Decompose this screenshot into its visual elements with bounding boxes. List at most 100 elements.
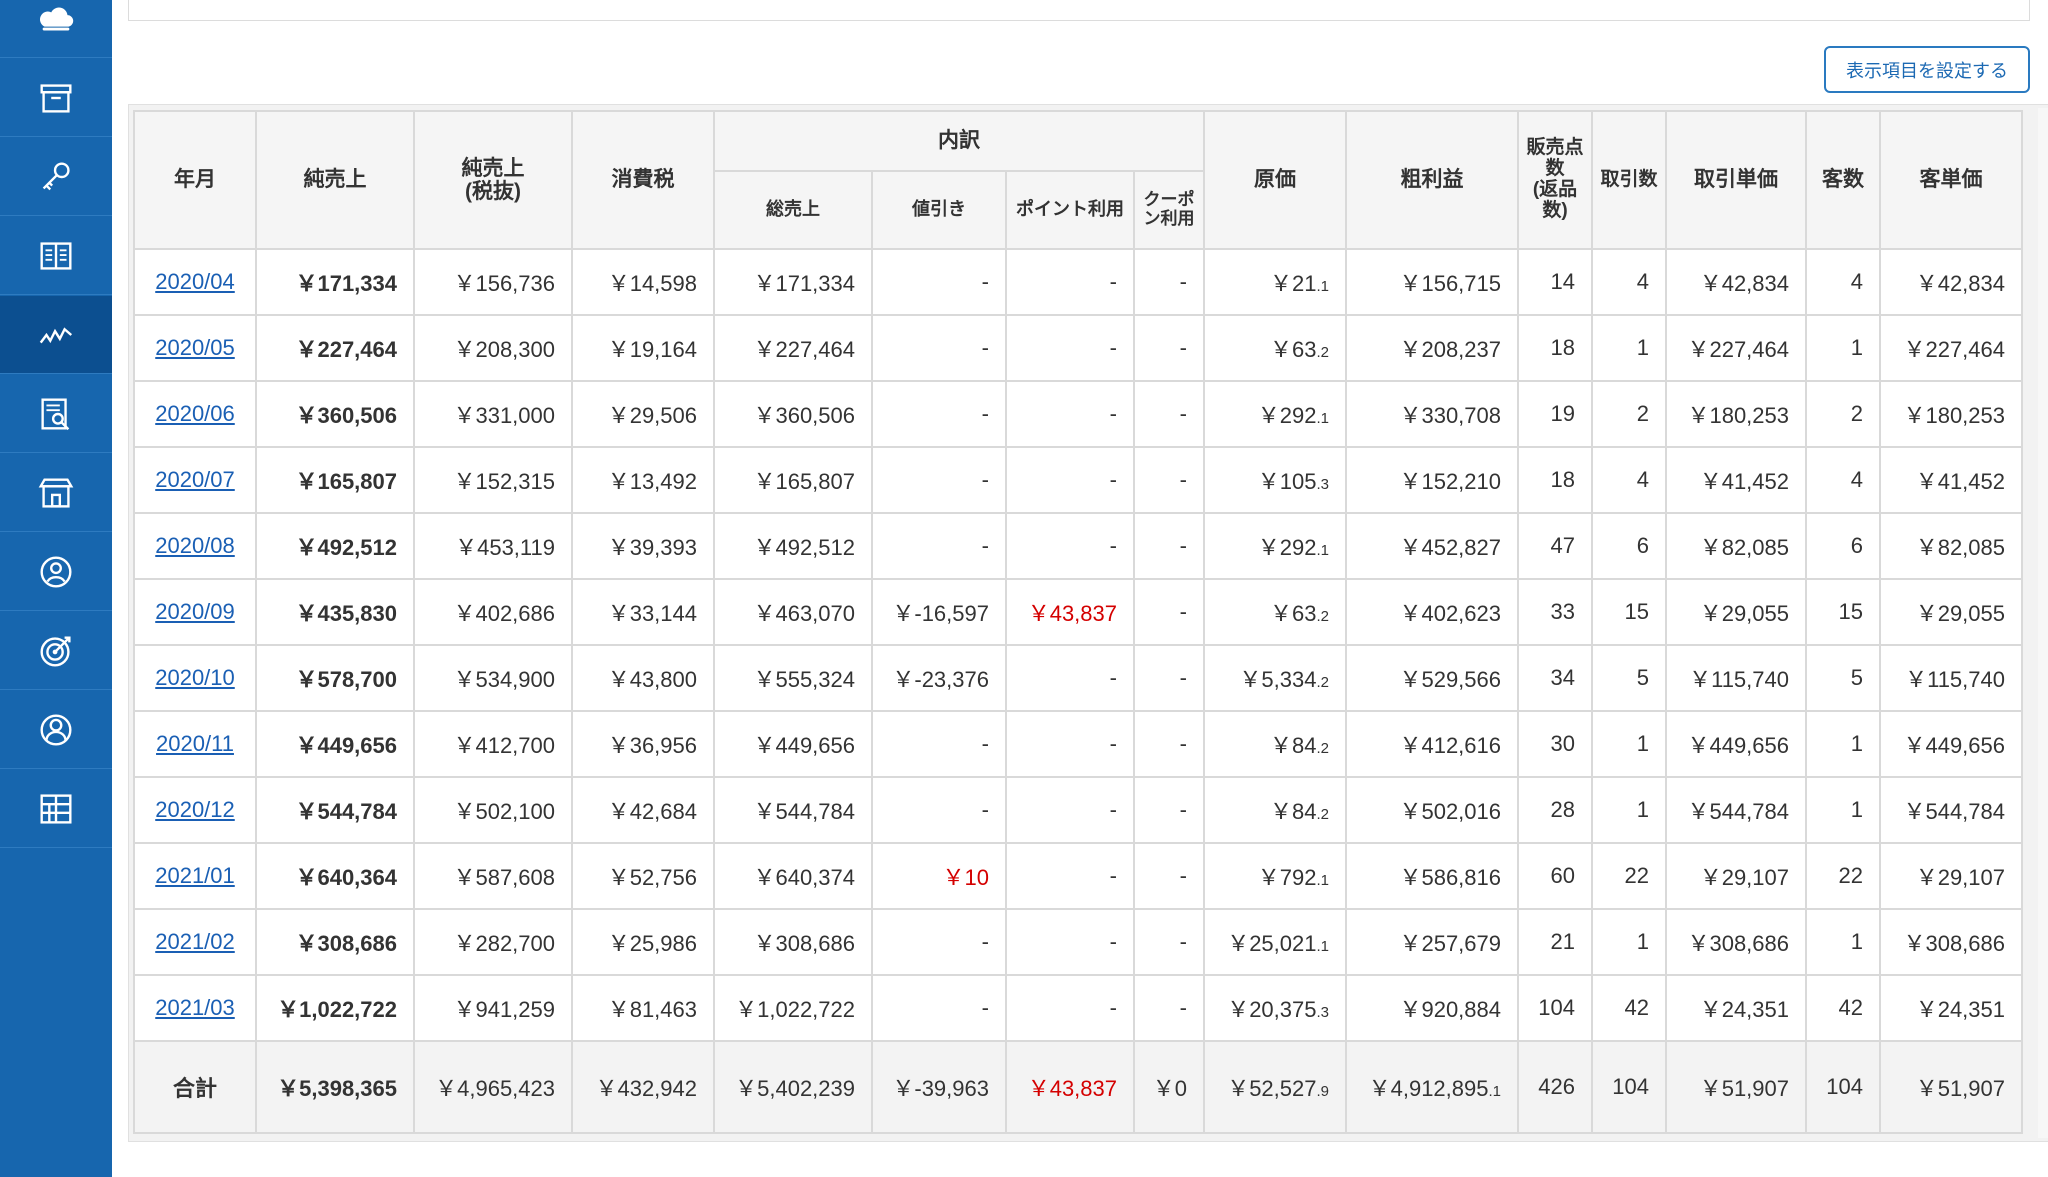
line-chart-icon bbox=[39, 326, 73, 343]
gross-sales-cell: ￥492,512 bbox=[713, 512, 873, 580]
net-sales-ex-tax-cell: ￥402,686 bbox=[413, 578, 573, 646]
cost-cell-value: ￥84 bbox=[1270, 733, 1317, 758]
month-cell: 2021/01 bbox=[133, 842, 257, 910]
gross-sales-cell: ￥555,324 bbox=[713, 644, 873, 712]
month-link[interactable]: 2020/04 bbox=[155, 269, 235, 294]
cost-cell: ￥52,527.9 bbox=[1203, 1040, 1347, 1134]
sidebar-item-user-circle[interactable] bbox=[0, 533, 112, 611]
cloud-icon bbox=[39, 7, 74, 30]
sidebar-item-grid[interactable] bbox=[0, 770, 112, 848]
month-cell: 2020/12 bbox=[133, 776, 257, 844]
document-search-icon bbox=[41, 397, 70, 430]
net-sales-ex-tax-cell: ￥282,700 bbox=[413, 908, 573, 976]
month-cell: 2020/08 bbox=[133, 512, 257, 580]
header-gross-sales: 総売上 bbox=[713, 170, 873, 250]
gross-profit-cell: ￥502,016 bbox=[1345, 776, 1519, 844]
month-cell: 2020/05 bbox=[133, 314, 257, 382]
avg-transaction-cell: ￥24,351 bbox=[1665, 974, 1807, 1042]
sidebar-item-line-chart[interactable] bbox=[0, 296, 112, 374]
sidebar-item-archive-box[interactable] bbox=[0, 59, 112, 137]
vertical-scrollbar[interactable] bbox=[2038, 108, 2048, 1138]
cost-cell: ￥63.2 bbox=[1203, 578, 1347, 646]
discount-cell: - bbox=[871, 512, 1007, 580]
month-link[interactable]: 2020/11 bbox=[156, 731, 234, 756]
sidebar bbox=[0, 0, 112, 1177]
sidebar-item-target[interactable] bbox=[0, 612, 112, 690]
cost-cell-value: ￥5,334 bbox=[1239, 667, 1317, 692]
coupon-cell: - bbox=[1133, 314, 1205, 382]
gross-profit-cell: ￥529,566 bbox=[1345, 644, 1519, 712]
month-link[interactable]: 2021/02 bbox=[155, 929, 235, 954]
cost-cell-value: ￥105 bbox=[1257, 469, 1317, 494]
month-link[interactable]: 2020/06 bbox=[155, 401, 235, 426]
month-link[interactable]: 2020/05 bbox=[155, 335, 235, 360]
gross-profit-cell-value: ￥502,016 bbox=[1399, 799, 1501, 824]
coupon-cell: - bbox=[1133, 248, 1205, 316]
month-link[interactable]: 2020/10 bbox=[155, 665, 235, 690]
points-cell: ￥43,837 bbox=[1005, 578, 1135, 646]
top-panel bbox=[128, 0, 2030, 21]
customers-cell: 104 bbox=[1805, 1040, 1881, 1134]
avg-transaction-cell: ￥115,740 bbox=[1665, 644, 1807, 712]
month-cell: 2020/11 bbox=[133, 710, 257, 778]
header-net-sales-ex-tax: 純売上 (税抜) bbox=[413, 110, 573, 250]
avg-customer-cell: ￥82,085 bbox=[1879, 512, 2023, 580]
discount-cell: - bbox=[871, 974, 1007, 1042]
net-sales-cell: ￥5,398,365 bbox=[255, 1040, 415, 1134]
units-cell: 28 bbox=[1517, 776, 1593, 844]
transactions-cell: 15 bbox=[1591, 578, 1667, 646]
gross-profit-cell: ￥208,237 bbox=[1345, 314, 1519, 382]
discount-cell: - bbox=[871, 314, 1007, 382]
net-sales-cell: ￥492,512 bbox=[255, 512, 415, 580]
discount-cell: - bbox=[871, 776, 1007, 844]
cost-cell: ￥21.1 bbox=[1203, 248, 1347, 316]
cost-cell-value: ￥21 bbox=[1270, 271, 1317, 296]
gross-sales-cell: ￥360,506 bbox=[713, 380, 873, 448]
cost-cell: ￥20,375.3 bbox=[1203, 974, 1347, 1042]
month-link[interactable]: 2020/07 bbox=[155, 467, 235, 492]
table-row: 2020/12 ￥544,784 ￥502,100 ￥42,684 ￥544,784- -… bbox=[133, 776, 2023, 844]
table-row: 2021/01 ￥640,364 ￥587,608 ￥52,756 ￥640,374 ￥1… bbox=[133, 842, 2023, 910]
header-consumption-tax: 消費税 bbox=[571, 110, 715, 250]
sidebar-item-store[interactable] bbox=[0, 454, 112, 532]
header-avg-customer: 客単価 bbox=[1879, 110, 2023, 250]
units-cell: 104 bbox=[1517, 974, 1593, 1042]
table-row: 2020/04 ￥171,334 ￥156,736 ￥14,598 ￥171,334- -… bbox=[133, 248, 2023, 316]
gross-sales-cell: ￥640,374 bbox=[713, 842, 873, 910]
sidebar-item-cloud[interactable] bbox=[0, 0, 112, 58]
avg-customer-cell: ￥115,740 bbox=[1879, 644, 2023, 712]
sidebar-item-book[interactable] bbox=[0, 217, 112, 295]
table-row: 2020/09 ￥435,830 ￥402,686 ￥33,144 ￥463,070 ￥-… bbox=[133, 578, 2023, 646]
month-link[interactable]: 2020/09 bbox=[155, 599, 235, 624]
month-link[interactable]: 2021/03 bbox=[155, 995, 235, 1020]
sidebar-item-document-search[interactable] bbox=[0, 375, 112, 453]
avg-customer-cell: ￥51,907 bbox=[1879, 1040, 2023, 1134]
month-link[interactable]: 2020/08 bbox=[155, 533, 235, 558]
transactions-cell: 22 bbox=[1591, 842, 1667, 910]
gross-profit-cell: ￥156,715 bbox=[1345, 248, 1519, 316]
month-link[interactable]: 2021/01 bbox=[155, 863, 235, 888]
sidebar-item-person[interactable] bbox=[0, 691, 112, 769]
points-cell: - bbox=[1005, 314, 1135, 382]
transactions-cell: 1 bbox=[1591, 776, 1667, 844]
net-sales-cell: ￥435,830 bbox=[255, 578, 415, 646]
consumption-tax-cell: ￥14,598 bbox=[571, 248, 715, 316]
coupon-cell: - bbox=[1133, 578, 1205, 646]
month-link[interactable]: 2020/12 bbox=[155, 797, 235, 822]
cost-cell-value: ￥63 bbox=[1270, 337, 1317, 362]
gross-sales-cell: ￥1,022,722 bbox=[713, 974, 873, 1042]
display-settings-button[interactable]: 表示項目を設定する bbox=[1824, 46, 2030, 93]
customers-cell: 15 bbox=[1805, 578, 1881, 646]
sidebar-item-key[interactable] bbox=[0, 138, 112, 216]
net-sales-cell: ￥360,506 bbox=[255, 380, 415, 448]
cost-cell-decimal: .2 bbox=[1316, 806, 1329, 823]
gross-sales-cell: ￥5,402,239 bbox=[713, 1040, 873, 1134]
month-cell: 2021/03 bbox=[133, 974, 257, 1042]
header-avg-transaction: 取引単価 bbox=[1665, 110, 1807, 250]
consumption-tax-cell: ￥432,942 bbox=[571, 1040, 715, 1134]
table-row: 2020/06 ￥360,506 ￥331,000 ￥29,506 ￥360,506- -… bbox=[133, 380, 2023, 448]
consumption-tax-cell: ￥36,956 bbox=[571, 710, 715, 778]
avg-transaction-cell: ￥42,834 bbox=[1665, 248, 1807, 316]
cost-cell-decimal: .9 bbox=[1316, 1083, 1329, 1100]
gross-profit-cell: ￥402,623 bbox=[1345, 578, 1519, 646]
